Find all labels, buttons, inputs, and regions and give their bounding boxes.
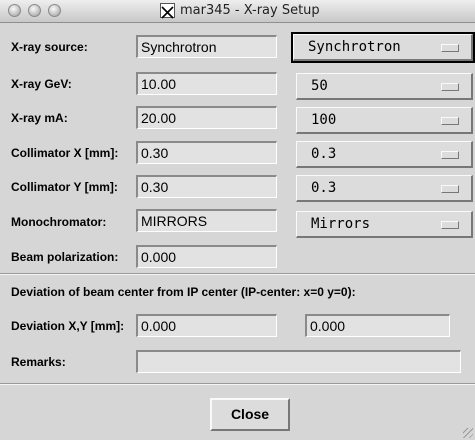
option-menu-indicator-icon (441, 221, 459, 229)
xray-setup-window: mar345 - X-ray Setup X-ray source: Synch… (0, 0, 475, 440)
zoom-light-icon[interactable] (48, 4, 61, 17)
xray-gev-field[interactable]: 10.00 (136, 72, 277, 95)
monochromator-label: Monochromator: (11, 215, 107, 229)
xray-ma-label: X-ray mA: (11, 111, 68, 125)
collimator-y-field[interactable]: 0.30 (136, 175, 277, 198)
xray-ma-menu-value: 100 (311, 112, 337, 128)
monochromator-menu[interactable]: Mirrors (296, 211, 473, 238)
monochromator-field[interactable]: MIRRORS (136, 209, 277, 232)
close-button[interactable]: Close (210, 398, 290, 431)
option-menu-indicator-icon (441, 185, 459, 193)
xray-source-menu[interactable]: Synchrotron (291, 32, 475, 63)
separator (0, 273, 475, 275)
minimize-light-icon[interactable] (28, 4, 41, 17)
xray-gev-label: X-ray GeV: (11, 77, 72, 91)
option-menu-indicator-icon (441, 117, 459, 125)
xray-source-label: X-ray source: (11, 40, 88, 54)
resize-grip-icon[interactable] (463, 428, 473, 438)
xray-ma-field[interactable]: 20.00 (136, 106, 277, 129)
collimator-y-menu-value: 0.3 (311, 180, 337, 196)
deviation-heading: Deviation of beam center from IP center … (11, 285, 356, 299)
title-bar: mar345 - X-ray Setup (0, 0, 475, 23)
collimator-x-label: Collimator X [mm]: (11, 146, 119, 160)
xray-gev-menu[interactable]: 50 (296, 73, 473, 100)
beam-polarization-label: Beam polarization: (11, 250, 119, 264)
remarks-field[interactable] (136, 350, 461, 373)
collimator-y-menu[interactable]: 0.3 (296, 175, 473, 202)
separator (0, 383, 475, 385)
option-menu-indicator-icon (441, 44, 459, 52)
xray-ma-menu[interactable]: 100 (296, 107, 473, 134)
collimator-y-label: Collimator Y [mm]: (11, 180, 118, 194)
deviation-xy-label: Deviation X,Y [mm]: (11, 319, 125, 333)
deviation-y-field[interactable]: 0.000 (305, 314, 450, 337)
monochromator-menu-value: Mirrors (311, 216, 371, 232)
xray-gev-menu-value: 50 (311, 78, 328, 94)
option-menu-indicator-icon (441, 151, 459, 159)
deviation-x-field[interactable]: 0.000 (136, 314, 277, 337)
form-panel: X-ray source: Synchrotron Synchrotron X-… (0, 23, 475, 440)
remarks-label: Remarks: (11, 355, 66, 369)
xray-source-menu-value: Synchrotron (308, 39, 401, 55)
window-title: mar345 - X-ray Setup (180, 3, 320, 18)
collimator-x-menu[interactable]: 0.3 (296, 141, 473, 168)
x11-icon (160, 3, 175, 19)
close-light-icon[interactable] (8, 4, 21, 17)
option-menu-indicator-icon (441, 83, 459, 91)
collimator-x-menu-value: 0.3 (311, 146, 337, 162)
xray-source-field[interactable]: Synchrotron (136, 35, 277, 58)
collimator-x-field[interactable]: 0.30 (136, 141, 277, 164)
beam-polarization-field[interactable]: 0.000 (136, 245, 277, 268)
